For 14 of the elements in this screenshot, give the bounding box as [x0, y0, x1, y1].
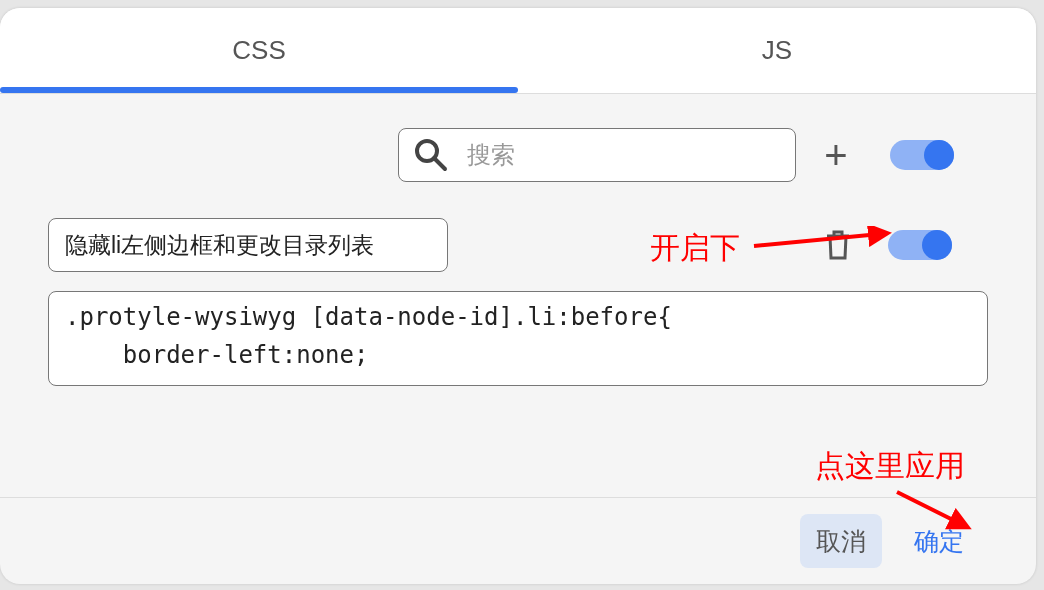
annotation-text: 开启下 — [650, 230, 740, 266]
add-button[interactable]: + — [820, 135, 852, 175]
confirm-button[interactable]: 确定 — [898, 514, 980, 568]
code-editor[interactable]: .protyle-wysiwyg [data-node-id].li:before{ border-left:none; — [48, 291, 988, 386]
toggle-switch[interactable] — [890, 140, 954, 170]
snippet-name-field[interactable]: 隐藏li左侧边框和更改目录列表 — [48, 218, 448, 272]
search-field[interactable]: 搜索 — [398, 128, 796, 182]
search-icon — [414, 138, 448, 172]
cancel-button[interactable]: 取消 — [800, 514, 882, 568]
annotation-text: 点这里应用 — [815, 448, 965, 484]
tab[interactable]: JS — [518, 8, 1036, 93]
trash-icon[interactable] — [826, 230, 850, 260]
toggle-switch[interactable] — [888, 230, 952, 260]
tab[interactable]: CSS — [0, 8, 518, 93]
